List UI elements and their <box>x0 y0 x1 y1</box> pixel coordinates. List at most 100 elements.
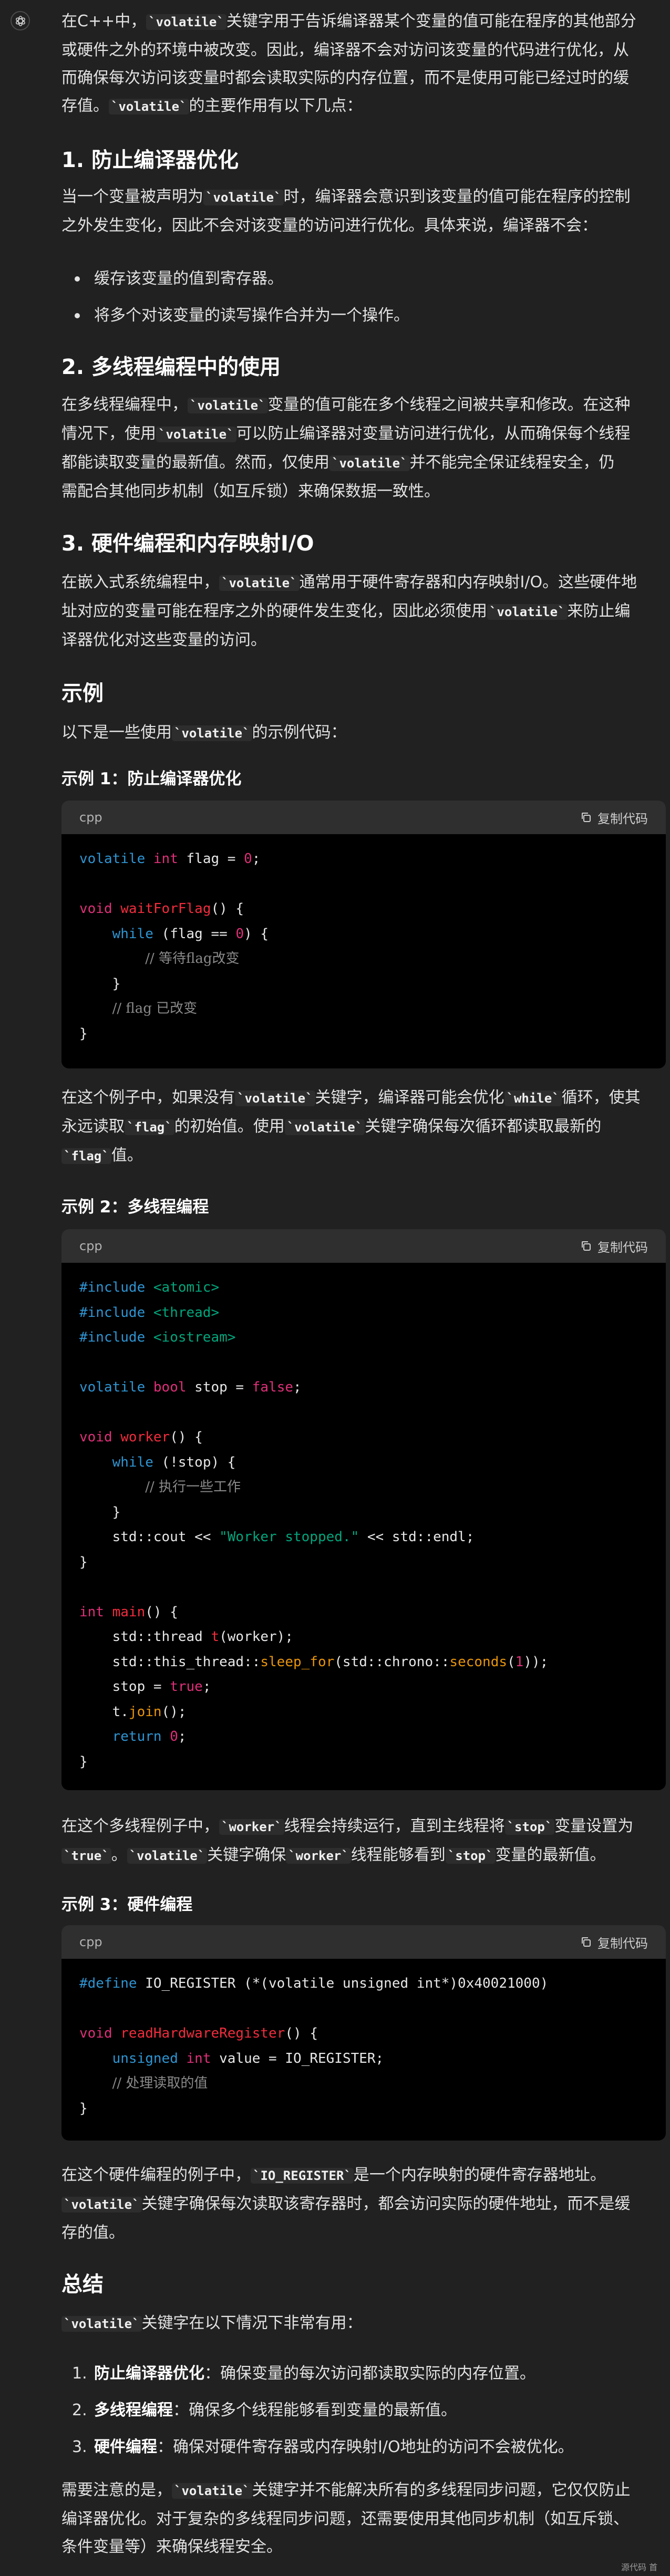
inline-code: `volatile` <box>188 398 268 413</box>
list-item-label: 多线程编程 <box>94 2401 173 2419</box>
code-content: #define IO_REGISTER (*(volatile unsigned… <box>79 1976 549 2116</box>
list-number: 2. <box>72 2401 87 2419</box>
copy-icon <box>582 1241 591 1251</box>
inline-code: `volatile` <box>172 725 252 741</box>
text-line: 条件变量等）来确保线程安全。 <box>61 2538 282 2556</box>
summary-list: 1. 防止编译器优化：确保变量的每次访问都读取实际的内存位置。 2. 多线程编程：确… <box>61 2355 666 2466</box>
list-item-label: 硬件编程 <box>94 2438 157 2456</box>
example-title: 示例 3：硬件编程 <box>61 1895 193 1914</box>
code-block: cpp 复制代码 #define IO_REGISTER (*(volatile… <box>61 1925 666 2141</box>
text-line: `volatile` 关键字在以下情况下非常有用： <box>61 2309 666 2338</box>
section1-bullet-list: 缓存该变量的值到寄存器。 将多个对该变量的读写操作合并为一个操作。 <box>61 261 666 334</box>
inline-code: `volatile` <box>235 1090 315 1106</box>
copy-code-button[interactable]: 复制代码 <box>580 808 648 827</box>
inline-code: `volatile` <box>61 2197 142 2213</box>
code-block: cpp 复制代码 #include <atomic> #include <thr… <box>61 1229 666 1790</box>
text-line: 永远读取 `flag` 的初始值。使用 `volatile` 关键字确保每次循环都读取最… <box>61 1117 602 1136</box>
text-line: 址对应的变量可能在程序之外的硬件发生变化，因此必须使用 `volatile` 来防止… <box>61 602 631 620</box>
text-line: 都能读取变量的最新值。然而，仅使用 `volatile` 并不能完全保证线程安全，仍 <box>61 453 615 472</box>
section2-paragraph: 在多线程编程中， `volatile` 变量的值可能在多个线程之间被共享和修改。在这… <box>61 391 666 505</box>
list-item-text: 缓存该变量的值到寄存器。 <box>94 269 283 288</box>
text-line: 在嵌入式系统编程中， `volatile` 通常用于硬件寄存器和内存映射I/O。这些… <box>61 573 637 591</box>
inline-code: `volatile` <box>203 190 284 205</box>
list-item: 2. 多线程编程：确保多个线程能够看到变量的最新值。 <box>61 2392 666 2429</box>
inline-code: `volatile` <box>109 99 189 115</box>
inline-code: `IO_REGISTER` <box>251 2168 354 2184</box>
list-item-text: ：确保变量的每次访问都读取实际的内存位置。 <box>204 2364 535 2383</box>
section-heading: 1. 防止编译器优化 <box>61 148 239 172</box>
inline-code: `volatile` <box>61 2316 142 2332</box>
text-line: 在这个多线程例子中， `worker` 线程会持续运行，直到主线程将 `stop` 变量… <box>61 1817 634 1835</box>
copy-code-label: 复制代码 <box>597 811 648 826</box>
code-content: volatile int flag = 0; void waitForFlag(… <box>79 851 269 1042</box>
code-language-label: cpp <box>79 1935 102 1949</box>
section-heading: 2. 多线程编程中的使用 <box>61 355 281 379</box>
inline-code: `volatile` <box>329 455 410 471</box>
list-item-label: 防止编译器优化 <box>94 2364 204 2383</box>
text-line: `volatile` 关键字确保每次读取该寄存器时，都会访问实际的硬件地址，而不是… <box>61 2190 666 2219</box>
example2-explanation: 在这个多线程例子中， `worker` 线程会持续运行，直到主线程将 `stop` 变量… <box>61 1812 666 1870</box>
copy-icon <box>582 813 591 822</box>
code-block-header: cpp 复制代码 <box>61 801 666 834</box>
text-line: 需要注意的是， `volatile` 关键字并不能解决所有的多线程同步问题，它仅仅防… <box>61 2481 631 2499</box>
text-line: `flag` 值。 <box>61 1141 666 1170</box>
list-item: 3. 硬件编程：确保对硬件寄存器或内存映射I/O地址的访问不会被优化。 <box>61 2429 666 2466</box>
code-language-label: cpp <box>79 810 102 825</box>
examples-intro: 以下是一些使用 `volatile` 的示例代码： <box>61 719 666 747</box>
chat-response: 在C++中， `volatile` 关键字用于告诉编译器某个变量的值可能在程序的其他… <box>0 0 670 2576</box>
text-line: 以下是一些使用 `volatile` 的示例代码： <box>61 723 347 742</box>
code-block-header: cpp 复制代码 <box>61 1229 666 1263</box>
text-line: 在这个硬件编程的例子中， `IO_REGISTER` 是一个内存映射的硬件寄存器地址… <box>61 2166 606 2184</box>
inline-code: `volatile` <box>127 1848 208 1864</box>
summary-intro: `volatile` 关键字在以下情况下非常有用： <box>61 2309 666 2338</box>
list-item: 缓存该变量的值到寄存器。 <box>61 261 666 297</box>
inline-code: `flag` <box>61 1148 111 1164</box>
list-number: 3. <box>72 2438 87 2456</box>
code-block: cpp 复制代码 volatile int flag = 0; void wai… <box>61 801 666 1068</box>
text-line: 之外发生变化，因此不会对该变量的访问进行优化。具体来说，编译器不会： <box>61 216 597 235</box>
section3-paragraph: 在嵌入式系统编程中， `volatile` 通常用于硬件寄存器和内存映射I/O。这些… <box>61 568 666 654</box>
example3-explanation: 在这个硬件编程的例子中， `IO_REGISTER` 是一个内存映射的硬件寄存器地址… <box>61 2161 666 2247</box>
inline-code: `while` <box>504 1090 562 1106</box>
text-line: 在C++中， `volatile` 关键字用于告诉编译器某个变量的值可能在程序的其他… <box>61 12 636 30</box>
section-heading: 总结 <box>61 2272 104 2297</box>
inline-code: `volatile` <box>487 604 568 620</box>
copy-code-button[interactable]: 复制代码 <box>580 1933 648 1951</box>
text-line: 译器优化对这些变量的访问。 <box>61 631 266 649</box>
list-item-text: 将多个对该变量的读写操作合并为一个操作。 <box>94 306 409 325</box>
inline-code: `volatile` <box>146 14 226 30</box>
list-item: 1. 防止编译器优化：确保变量的每次访问都读取实际的内存位置。 <box>61 2355 666 2392</box>
copy-code-label: 复制代码 <box>597 1240 648 1255</box>
inline-code: `worker` <box>286 1848 351 1864</box>
example1-explanation: 在这个例子中，如果没有 `volatile` 关键字，编译器可能会优化 `while`… <box>61 1084 666 1170</box>
text-line: 而确保每次访问该变量时都会读取实际的内存位置，而不是使用可能已经过时的缓 <box>61 69 629 87</box>
assistant-avatar <box>11 11 30 30</box>
intro-paragraph: 在C++中， `volatile` 关键字用于告诉编译器某个变量的值可能在程序的其他… <box>61 7 666 121</box>
example-title: 示例 1：防止编译器优化 <box>61 770 242 788</box>
copy-code-button[interactable]: 复制代码 <box>580 1237 648 1255</box>
text-line: 存值。 `volatile` 的主要作用有以下几点： <box>61 97 363 115</box>
footer-text: 源代码 首 <box>621 2562 658 2572</box>
code-block-header: cpp 复制代码 <box>61 1925 666 1959</box>
inline-code: `worker` <box>219 1819 284 1835</box>
inline-code: `volatile` <box>284 1119 365 1135</box>
copy-code-label: 复制代码 <box>597 1936 648 1951</box>
text-line: 情况下，使用 `volatile` 可以防止编译器对变量访问进行优化，从而确保每个线… <box>61 424 631 443</box>
text-line: 在多线程编程中， `volatile` 变量的值可能在多个线程之间被共享和修改。在这… <box>61 396 631 414</box>
section-heading: 3. 硬件编程和内存映射I/O <box>61 532 314 556</box>
text-line: 需配合其他同步机制（如互斥锁）来确保数据一致性。 <box>61 482 440 501</box>
code-content: #include <atomic> #include <thread> #inc… <box>79 1280 549 1770</box>
inline-code: `true` <box>61 1848 111 1864</box>
list-item: 将多个对该变量的读写操作合并为一个操作。 <box>61 297 666 334</box>
list-item-text: ：确保多个线程能够看到变量的最新值。 <box>173 2401 457 2419</box>
openai-logo-icon <box>15 15 25 26</box>
text-line: 编译器优化。对于复杂的多线程同步问题，还需要使用其他同步机制（如互斥锁、 <box>61 2510 629 2528</box>
text-line: 存的值。 <box>61 2224 125 2242</box>
inline-code: `stop` <box>445 1848 496 1864</box>
copy-icon <box>582 1937 591 1947</box>
example-title: 示例 2：多线程编程 <box>61 1198 209 1217</box>
text-line: 当一个变量被声明为 `volatile` 时，编译器会意识到该变量的值可能在程序的控… <box>61 188 631 206</box>
list-item-text: ：确保对硬件寄存器或内存映射I/O地址的访问不会被优化。 <box>157 2438 574 2456</box>
text-line: 在这个例子中，如果没有 `volatile` 关键字，编译器可能会优化 `while`… <box>61 1088 641 1107</box>
code-language-label: cpp <box>79 1239 102 1253</box>
